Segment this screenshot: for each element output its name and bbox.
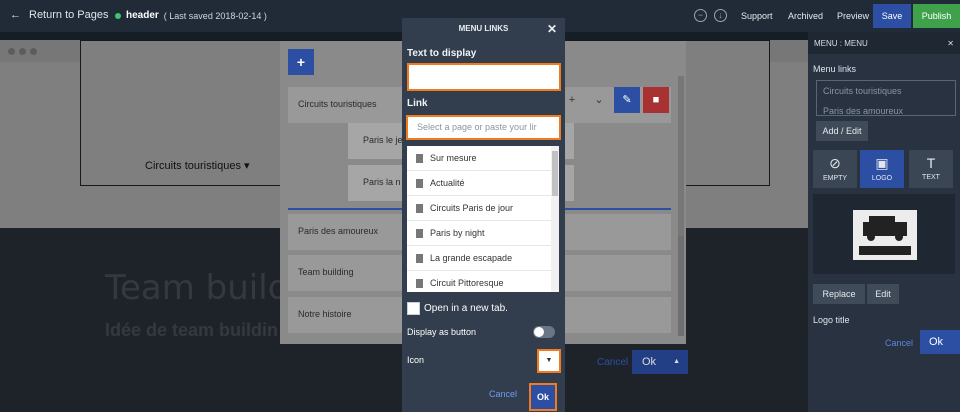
list-item[interactable]: Paris des amoureux [817,101,955,115]
redo-icon[interactable]: ↓ [714,9,727,22]
tile-empty[interactable]: ⊘ EMPTY [813,150,857,188]
editor-scrollbar[interactable] [678,76,684,336]
modal-cancel-button[interactable]: Cancel [489,389,517,399]
icon-dropdown-button[interactable]: ▼ [537,349,561,373]
save-status: header ( Last saved 2018-02-14 ) [115,10,267,21]
caret-down-icon: ▼ [545,357,553,364]
sidebar-title: MENU : MENU [814,39,868,48]
new-tab-checkbox[interactable] [407,302,420,315]
list-item[interactable]: Actualité [407,171,559,196]
support-link[interactable]: Support [741,11,773,21]
menu-links-list[interactable]: Circuits touristiques Paris des amoureux [816,80,956,116]
menu-links-label: Menu links [813,64,857,74]
add-item-button[interactable]: + [288,49,314,75]
edit-pencil-icon[interactable]: ✎ [614,87,640,113]
document-icon [416,153,423,163]
display-as-button-toggle[interactable] [533,326,555,338]
modal-header: MENU LINKS ✕ [402,18,565,40]
list-item[interactable]: Sur mesure [407,146,559,171]
list-item[interactable]: Circuit Pittoresque [407,271,559,292]
list-item[interactable]: Circuits touristiques [817,81,955,101]
list-item[interactable]: Circuits Paris de jour [407,196,559,221]
editor-ok-button[interactable]: Ok ▲ [632,350,688,374]
text-to-display-label: Text to display [407,48,477,59]
sidebar-ok-button[interactable]: Ok [920,330,960,354]
list-item[interactable]: Paris by night [407,221,559,246]
close-icon[interactable]: ✕ [947,39,954,48]
preview-link[interactable]: Preview [837,11,869,21]
new-tab-label: Open in a new tab. [424,303,508,314]
add-edit-button[interactable]: Add / Edit [816,121,868,141]
city-wheels-logo [853,210,917,260]
editor-cancel-button[interactable]: Cancel [597,357,628,368]
car-icon [859,216,911,255]
caret-up-icon: ▲ [673,358,680,365]
link-input[interactable]: Select a page or paste your lir [406,115,561,140]
arrow-left-icon: ← [10,9,21,21]
document-icon [416,278,423,288]
trash-icon[interactable]: ■ [643,87,669,113]
status-dot-icon [115,12,121,19]
document-icon [416,253,423,263]
replace-button[interactable]: Replace [813,284,865,304]
chevron-down-icon[interactable]: ⌄ [586,87,612,113]
page-name: header [126,10,159,21]
list-scrollbar[interactable] [551,146,559,292]
logo-icon: ▣ [875,155,889,171]
return-label: Return to Pages [29,9,109,21]
menu-links-modal: MENU LINKS ✕ Text to display Link Select… [402,18,565,412]
return-to-pages-link[interactable]: ← Return to Pages [10,9,109,21]
publish-button[interactable]: Publish [913,4,960,28]
sidebar-cancel-button[interactable]: Cancel [885,338,913,348]
link-label: Link [407,98,428,109]
modal-ok-button[interactable]: Ok [529,383,557,411]
logo-preview [813,194,955,274]
text-icon: T [926,155,936,171]
tile-text[interactable]: T TEXT [909,150,953,188]
text-to-display-input[interactable] [407,63,561,91]
page-list[interactable]: Sur mesure Actualité Circuits Paris de j… [407,146,559,292]
list-item[interactable]: La grande escapade [407,246,559,271]
logo-title-label: Logo title [813,315,850,325]
icon-label: Icon [407,355,425,365]
document-icon [416,203,423,213]
close-icon[interactable]: ✕ [547,18,557,40]
modal-title: MENU LINKS [458,24,509,33]
save-button[interactable]: Save [873,4,911,28]
settings-sidebar: MENU : MENU ✕ Menu links Circuits touris… [808,32,960,412]
edit-button[interactable]: Edit [867,284,899,304]
undo-icon[interactable]: − [694,9,707,22]
ban-icon: ⊘ [829,155,841,171]
sidebar-header: MENU : MENU ✕ [808,32,960,54]
last-saved-text: ( Last saved 2018-02-14 ) [163,10,267,21]
document-icon [416,228,423,238]
archived-link[interactable]: Archived [788,11,823,21]
tile-logo[interactable]: ▣ LOGO [860,150,904,188]
display-as-button-label: Display as button [407,327,477,337]
document-icon [416,178,423,188]
